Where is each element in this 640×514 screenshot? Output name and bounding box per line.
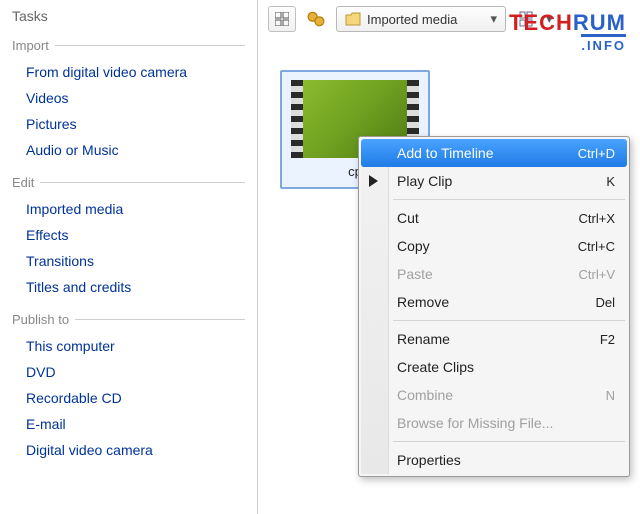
chevron-down-icon[interactable]: ▾ <box>546 11 553 27</box>
menu-item-cut[interactable]: Cut Ctrl+X <box>361 204 627 232</box>
toolbar: Imported media ▾ <box>264 6 634 40</box>
publish-digital-video-camera[interactable]: Digital video camera <box>26 437 245 463</box>
view-thumbnails-button[interactable] <box>268 6 296 32</box>
publish-dvd[interactable]: DVD <box>26 359 245 385</box>
menu-item-rename[interactable]: Rename F2 <box>361 325 627 353</box>
context-menu: Add to Timeline Ctrl+D Play Clip K Cut Ctrl+X… <box>358 136 630 477</box>
publish-email[interactable]: E-mail <box>26 411 245 437</box>
menu-item-label: Copy <box>397 238 430 254</box>
dropdown-label: Imported media <box>367 12 484 27</box>
menu-item-shortcut: Ctrl+X <box>579 211 615 226</box>
menu-item-shortcut: Del <box>595 295 615 310</box>
menu-item-label: Cut <box>397 210 419 226</box>
gears-icon <box>307 10 325 28</box>
menu-item-properties[interactable]: Properties <box>361 446 627 474</box>
publish-this-computer[interactable]: This computer <box>26 333 245 359</box>
menu-item-browse-for-missing-file: Browse for Missing File... <box>361 409 627 437</box>
menu-separator <box>393 320 625 321</box>
menu-item-label: Play Clip <box>397 173 452 189</box>
edit-imported-media[interactable]: Imported media <box>26 196 245 222</box>
menu-item-shortcut: Ctrl+C <box>578 239 615 254</box>
import-pictures[interactable]: Pictures <box>26 111 245 137</box>
menu-item-combine: Combine N <box>361 381 627 409</box>
chevron-down-icon <box>490 11 497 27</box>
section-header-import: Import <box>12 38 245 53</box>
menu-item-label: Rename <box>397 331 450 347</box>
menu-item-paste: Paste Ctrl+V <box>361 260 627 288</box>
menu-item-create-clips[interactable]: Create Clips <box>361 353 627 381</box>
play-icon <box>369 175 378 187</box>
menu-item-shortcut: Ctrl+V <box>579 267 615 282</box>
import-audio-music[interactable]: Audio or Music <box>26 137 245 163</box>
menu-item-remove[interactable]: Remove Del <box>361 288 627 316</box>
menu-separator <box>393 199 625 200</box>
menu-item-label: Create Clips <box>397 359 474 375</box>
edit-effects[interactable]: Effects <box>26 222 245 248</box>
menu-item-label: Combine <box>397 387 453 403</box>
section-header-publish: Publish to <box>12 312 245 327</box>
menu-item-label: Remove <box>397 294 449 310</box>
import-digital-video-camera[interactable]: From digital video camera <box>26 59 245 85</box>
menu-item-shortcut: K <box>606 174 615 189</box>
menu-item-copy[interactable]: Copy Ctrl+C <box>361 232 627 260</box>
menu-item-shortcut: F2 <box>600 332 615 347</box>
menu-item-label: Add to Timeline <box>397 145 494 161</box>
edit-transitions[interactable]: Transitions <box>26 248 245 274</box>
details-icon <box>519 11 533 27</box>
publish-recordable-cd[interactable]: Recordable CD <box>26 385 245 411</box>
tasks-panel: Tasks Import From digital video camera V… <box>0 0 258 514</box>
collection-dropdown[interactable]: Imported media <box>336 6 506 32</box>
import-videos[interactable]: Videos <box>26 85 245 111</box>
tasks-title: Tasks <box>12 8 245 24</box>
menu-separator <box>393 441 625 442</box>
view-details-button[interactable] <box>512 6 540 32</box>
menu-item-add-to-timeline[interactable]: Add to Timeline Ctrl+D <box>361 139 627 167</box>
menu-item-label: Browse for Missing File... <box>397 415 553 431</box>
thumbnails-icon <box>275 12 289 26</box>
menu-item-label: Properties <box>397 452 461 468</box>
edit-titles-credits[interactable]: Titles and credits <box>26 274 245 300</box>
section-header-edit: Edit <box>12 175 245 190</box>
menu-item-play-clip[interactable]: Play Clip K <box>361 167 627 195</box>
menu-item-shortcut: Ctrl+D <box>578 146 615 161</box>
menu-item-shortcut: N <box>606 388 615 403</box>
menu-item-label: Paste <box>397 266 433 282</box>
folder-icon <box>345 12 361 26</box>
view-autoplay-button[interactable] <box>302 6 330 32</box>
